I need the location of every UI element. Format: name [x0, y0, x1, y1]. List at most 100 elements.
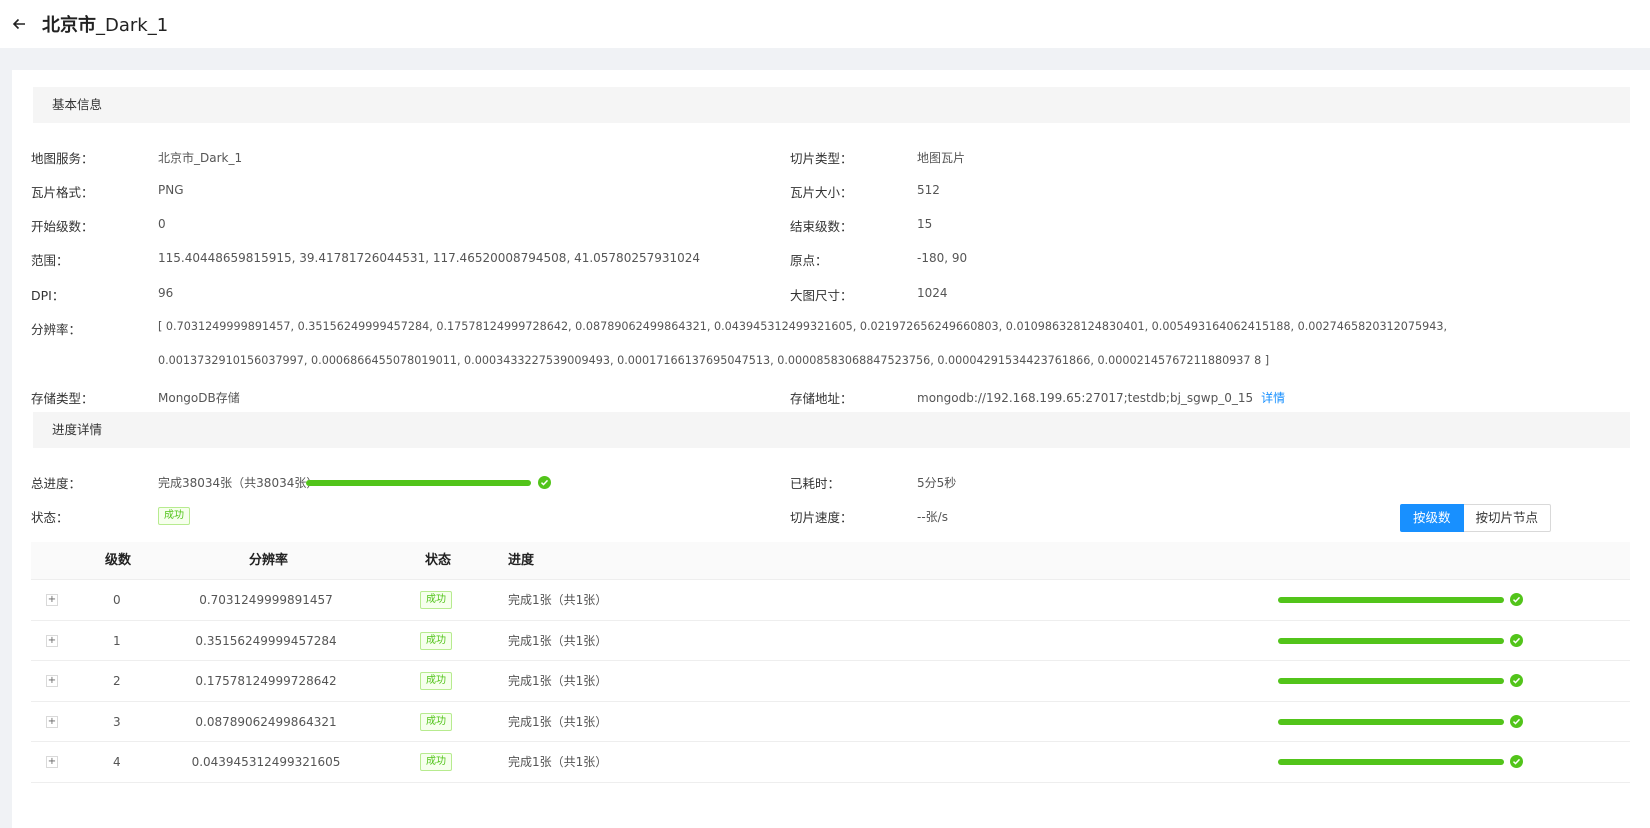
status-badge-text: 成功 [420, 712, 452, 731]
storage-detail-link[interactable]: 详情 [1261, 391, 1285, 405]
status-badge: 成功 [420, 712, 452, 731]
storage-addr-label: 存储地址： [790, 391, 853, 406]
big-image-size-value: 1024 [917, 286, 948, 300]
table-row: +1 0.35156249999457284 成功 完成1张（共1张） [31, 621, 1630, 661]
resolution-cell: 0.7031249999891457 [136, 580, 396, 620]
storage-type-value: MongoDB存储 [158, 391, 240, 405]
expand-row-button[interactable]: + [46, 634, 58, 647]
expand-row-button[interactable]: + [46, 594, 58, 606]
tile-size-value: 512 [917, 183, 940, 197]
extent-label: 范围： [31, 253, 69, 268]
tile-type-label: 切片类型： [790, 151, 853, 166]
table-header: 级数 分辨率 状态 进度 [31, 542, 1630, 580]
status-badge: 成功 [420, 753, 452, 771]
row-progress-fill [1278, 759, 1504, 765]
tile-format-value: PNG [158, 183, 184, 197]
resolution-label: 分辨率： [31, 322, 82, 337]
status-badge: 成功 [158, 507, 190, 525]
row-progress-bar [1278, 759, 1504, 765]
expand-row-button[interactable]: + [46, 715, 58, 728]
tile-size-label: 瓦片大小： [790, 185, 853, 200]
check-circle-icon [1510, 674, 1523, 687]
resolution-cell: 0.35156249999457284 [136, 621, 396, 661]
row-progress-fill [1278, 597, 1504, 603]
by-node-button[interactable]: 按切片节点 [1463, 504, 1552, 532]
page-title-main: 北京市 [42, 15, 96, 36]
check-circle-icon [1510, 633, 1523, 647]
total-progress-fill [306, 480, 531, 486]
progress-cell: 完成1张（共1张） [508, 714, 608, 729]
expand-row-button[interactable]: + [46, 756, 58, 768]
status-badge-text: 成功 [420, 631, 452, 650]
status-badge-text: 成功 [420, 672, 452, 690]
level-cell: 0 [113, 593, 121, 607]
status-badge: 成功 [420, 591, 452, 609]
check-circle-icon [1510, 755, 1523, 768]
view-toggle: 按级数 按切片节点 [1400, 504, 1552, 532]
resolution-cell-text: 0.08789062499864321 [195, 714, 337, 729]
expand-row-button[interactable]: + [46, 675, 58, 687]
tile-type-value: 地图瓦片 [917, 151, 966, 165]
resolution-cell-text: 0.17578124999728642 [195, 674, 337, 688]
progress-cell: 完成1张（共1张） [508, 755, 608, 769]
storage-addr-text: mongodb://192.168.199.65:27017;testdb;bj… [917, 391, 1254, 405]
end-level-value: 15 [917, 217, 933, 231]
resolution-cell-text: 0.7031249999891457 [199, 593, 333, 607]
map-service-value: 北京市_Dark_1 [158, 151, 243, 165]
by-level-button[interactable]: 按级数 [1400, 504, 1464, 532]
progress-cell: 完成1张（共1张） [508, 633, 608, 648]
origin-value: -180, 90 [917, 251, 968, 265]
level-cell: 1 [113, 633, 121, 648]
progress-detail-header: 进度详情 [33, 412, 1630, 448]
detail-card: 基本信息 地图服务： 北京市_Dark_1 切片类型： 地图瓦片 瓦片格式： P… [12, 70, 1650, 828]
row-progress-fill [1278, 678, 1504, 684]
check-circle-icon [1510, 714, 1523, 728]
start-level-label: 开始级数： [31, 219, 94, 234]
total-progress-bar [306, 480, 531, 486]
end-level-label: 结束级数： [790, 219, 853, 234]
start-level-value: 0 [158, 217, 166, 231]
resolution-value-line2: 0.0013732910156037997, 0.000686645507801… [158, 354, 1270, 367]
progress-cell: 完成1张（共1张） [508, 593, 608, 607]
row-progress-fill [1278, 637, 1504, 644]
table-row: +0 0.7031249999891457 成功 完成1张（共1张） [31, 580, 1630, 621]
row-progress-bar [1278, 678, 1504, 684]
resolution-cell-text: 0.35156249999457284 [195, 633, 337, 648]
big-image-size-label: 大图尺寸： [790, 288, 853, 303]
basic-info-header: 基本信息 [33, 87, 1630, 123]
status-badge: 成功 [420, 672, 452, 690]
level-cell: 4 [113, 755, 121, 769]
total-progress-text: 完成38034张（共38034张） [158, 476, 319, 490]
check-circle-icon [538, 476, 551, 489]
extent-value: 115.40448659815915, 39.41781726044531, 1… [158, 251, 701, 265]
col-status: 状态 [425, 553, 452, 568]
status-badge: 成功 [420, 631, 452, 650]
page-title-suffix: _Dark_1 [96, 15, 169, 36]
col-progress: 进度 [508, 553, 535, 568]
row-progress-bar [1278, 718, 1504, 725]
map-service-label: 地图服务： [31, 151, 94, 166]
row-progress-bar [1278, 637, 1504, 644]
table-body: +0 0.7031249999891457 成功 完成1张（共1张） +1 0.35156… [31, 580, 1630, 783]
level-cell: 2 [113, 674, 121, 688]
page-title: 北京市_Dark_1 [42, 11, 168, 37]
table-row: +4 0.043945312499321605 成功 完成1张（共1张） [31, 742, 1630, 783]
resolution-cell: 0.043945312499321605 [136, 742, 396, 782]
level-table: 级数 分辨率 状态 进度 +0 0.7031249999891457 成功 完成1张（… [31, 542, 1630, 783]
back-arrow-icon[interactable] [10, 15, 28, 33]
table-row: +2 0.17578124999728642 成功 完成1张（共1张） [31, 661, 1630, 702]
status-badge-text: 成功 [420, 753, 452, 771]
level-cell: 3 [113, 714, 121, 729]
status-label: 状态： [31, 510, 69, 525]
status-badge-text: 成功 [420, 591, 452, 609]
resolution-value-line1: [ 0.7031249999891457, 0.3515624999945728… [158, 320, 1448, 333]
elapsed-label: 已耗时： [790, 476, 841, 491]
storage-addr-value: mongodb://192.168.199.65:27017;testdb;bj… [917, 389, 1285, 406]
row-progress-fill [1278, 718, 1504, 725]
resolution-cell: 0.17578124999728642 [136, 661, 396, 701]
col-level: 级数 [105, 553, 132, 568]
top-bar: 北京市_Dark_1 [0, 0, 1650, 48]
total-progress-label: 总进度： [31, 476, 82, 491]
status-badge-text: 成功 [158, 507, 190, 525]
storage-type-label: 存储类型： [31, 391, 94, 406]
